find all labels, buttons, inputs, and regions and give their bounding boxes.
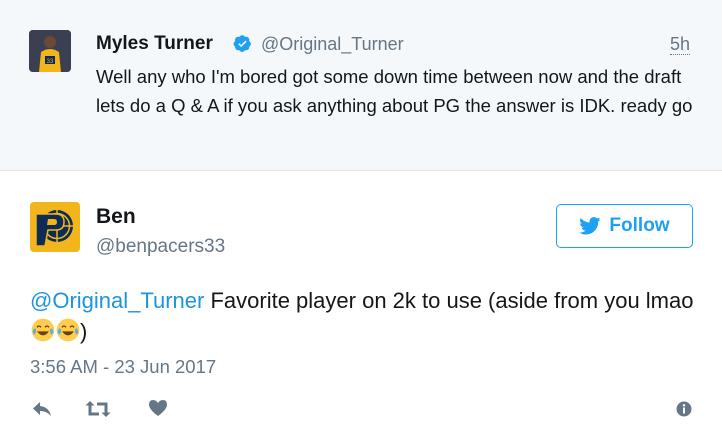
retweet-icon[interactable]	[85, 400, 111, 423]
author-handle[interactable]: @benpacers33	[96, 236, 225, 258]
tweet-body: Favorite player on 2k to use (aside from…	[204, 288, 694, 313]
info-icon[interactable]	[676, 401, 692, 422]
parent-author-name[interactable]: Myles Turner	[96, 33, 213, 55]
svg-text:33: 33	[47, 59, 54, 65]
reply-icon[interactable]	[31, 400, 53, 423]
mention-link[interactable]: @Original_Turner	[30, 288, 204, 313]
parent-tweet-text: Well any who I'm bored got some down tim…	[96, 66, 693, 116]
author-name[interactable]: Ben	[96, 205, 136, 229]
tweet-body-end: )	[80, 319, 88, 344]
twitter-bird-icon	[579, 217, 601, 235]
author-avatar[interactable]	[30, 202, 80, 252]
tweet-timestamp[interactable]: 3:56 AM - 23 Jun 2017	[30, 356, 216, 378]
tears-of-joy-emoji	[56, 318, 80, 342]
verified-badge-icon	[233, 35, 251, 52]
parent-tweet[interactable]: 33 Myles Turner @Original_Turner 5h Well…	[0, 0, 722, 171]
follow-label: Follow	[609, 215, 670, 236]
follow-button[interactable]: Follow	[556, 204, 693, 248]
tears-of-joy-emoji	[31, 318, 55, 342]
parent-handle[interactable]: @Original_Turner	[261, 34, 404, 55]
heart-icon[interactable]	[148, 399, 168, 422]
tweet-text: @Original_Turner Favorite player on 2k t…	[30, 285, 700, 347]
parent-avatar[interactable]: 33	[29, 30, 71, 72]
parent-timestamp[interactable]: 5h	[669, 34, 690, 55]
